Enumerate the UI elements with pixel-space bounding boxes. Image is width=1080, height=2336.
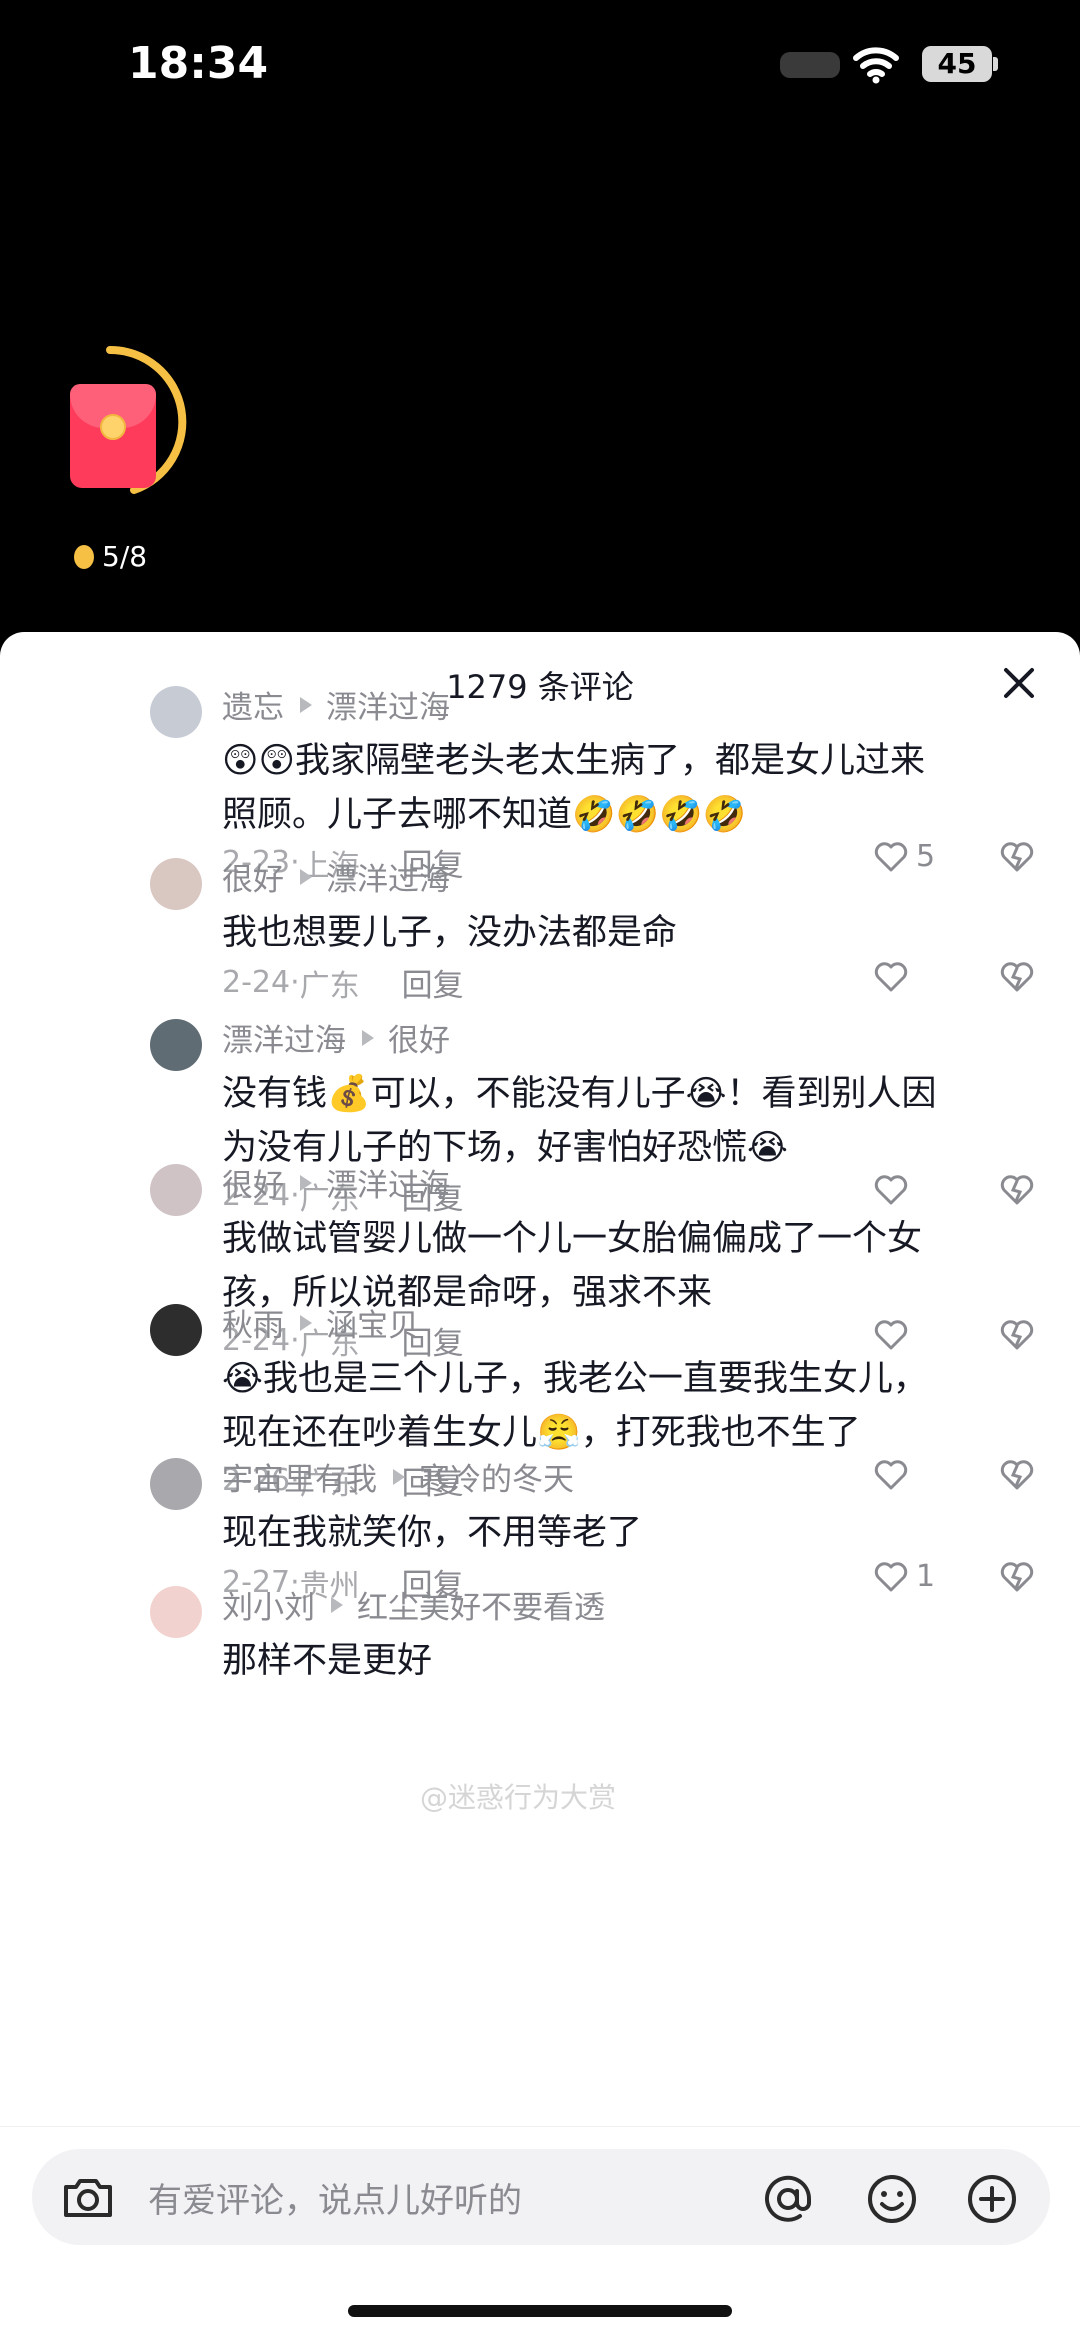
comment-text-line: 我也想要儿子，没办法都是命: [222, 913, 678, 953]
separator: ·: [290, 965, 300, 1000]
emoji-icon[interactable]: [864, 2171, 920, 2227]
reply-arrow-icon: [362, 1029, 374, 1046]
comment-username[interactable]: 秋雨: [222, 1300, 284, 1345]
dislike-heart-icon[interactable]: [998, 1456, 1036, 1492]
comment-input-area: 有爱评论，说点儿好听的: [0, 2126, 1080, 2336]
comment-text-line: 现在我就笑你，不用等老了: [222, 1513, 643, 1553]
cellular-signal-icon: [780, 52, 840, 78]
heart-icon: [874, 1320, 908, 1350]
avatar[interactable]: [150, 858, 202, 910]
comment-username[interactable]: 很好: [222, 1160, 284, 1205]
home-indicator: [348, 2305, 732, 2317]
heart-icon: [874, 1175, 908, 1205]
red-packet-seal: [100, 414, 126, 440]
dislike-heart-icon[interactable]: [998, 1316, 1036, 1352]
comment-footer: 2-24 · 广东 回复: [222, 960, 464, 1005]
heart-icon: [874, 842, 908, 872]
like-button[interactable]: [872, 1171, 916, 1207]
comment-meta: 秋雨 涵宝贝: [222, 1300, 419, 1345]
comment-text-line: 没有钱💰可以，不能没有儿子😭！看到别人因: [222, 1074, 937, 1114]
comment-meta: 遗忘 漂洋过海: [222, 682, 450, 727]
heart-icon: [874, 962, 908, 992]
reply-arrow-icon: [300, 868, 312, 885]
comment-text: 那样不是更好: [222, 1634, 1022, 1688]
heart-icon: [874, 1562, 908, 1592]
comment-reply-to[interactable]: 漂洋过海: [326, 682, 450, 727]
comment-text-line: 😲😲我家隔壁老头老太生病了，都是女儿过来: [222, 741, 925, 781]
like-button[interactable]: 1: [872, 1558, 935, 1594]
comment-username[interactable]: 刘小刘: [222, 1582, 315, 1627]
comment-location: 广东: [299, 968, 360, 1004]
comment-username[interactable]: 漂洋过海: [222, 1015, 346, 1060]
red-packet-count: 5/8: [102, 540, 148, 573]
comment-username[interactable]: 宇宙里有我: [222, 1454, 377, 1499]
status-time: 18:34: [128, 38, 269, 89]
plus-icon[interactable]: [964, 2171, 1020, 2227]
like-count: 5: [916, 838, 936, 874]
like-count: 1: [916, 1558, 936, 1594]
comment-meta: 刘小刘 红尘美好不要看透: [222, 1582, 605, 1627]
at-icon[interactable]: [760, 2171, 816, 2227]
reply-arrow-icon: [300, 696, 312, 713]
like-button[interactable]: [872, 1316, 916, 1352]
avatar[interactable]: [150, 1019, 202, 1071]
like-button[interactable]: [872, 1456, 916, 1492]
comment-input-placeholder: 有爱评论，说点儿好听的: [148, 2181, 522, 2221]
close-icon[interactable]: [996, 660, 1042, 706]
comment-text-line: 我做试管婴儿做一个儿一女胎偏偏成了一个女: [222, 1219, 923, 1259]
comment-reply-to[interactable]: 红尘美好不要看透: [357, 1582, 605, 1627]
comment-reply-to[interactable]: 涵宝贝: [326, 1300, 419, 1345]
comment-reply-to[interactable]: 漂洋过海: [326, 854, 450, 899]
comment-text-line: 照顾。儿子去哪不知道🤣🤣🤣🤣: [222, 795, 747, 835]
comment-text-line: 那样不是更好: [222, 1641, 433, 1681]
comment-reply-to[interactable]: 很好: [388, 1015, 450, 1060]
comment-meta: 宇宙里有我 寒冷的冬天: [222, 1454, 574, 1499]
dislike-heart-icon[interactable]: [998, 1558, 1036, 1594]
comment-text: 我也想要儿子，没办法都是命: [222, 906, 1022, 960]
heart-icon: [874, 1460, 908, 1490]
dislike-heart-icon[interactable]: [998, 838, 1036, 874]
comment-reply-to[interactable]: 漂洋过海: [326, 1160, 450, 1205]
comment-input[interactable]: 有爱评论，说点儿好听的: [32, 2149, 1050, 2245]
comment-username[interactable]: 遗忘: [222, 682, 284, 727]
red-packet-widget[interactable]: [48, 340, 208, 500]
camera-icon[interactable]: [60, 2173, 116, 2221]
battery-level: 45: [922, 46, 992, 82]
like-button[interactable]: [872, 958, 916, 994]
dislike-heart-icon[interactable]: [998, 1171, 1036, 1207]
red-packet-progress: 5/8: [74, 540, 147, 573]
like-button[interactable]: 5: [872, 838, 935, 874]
comment-date: 2-24: [222, 965, 291, 1000]
reply-button[interactable]: 回复: [402, 960, 464, 1005]
reply-arrow-icon: [393, 1468, 405, 1485]
reply-arrow-icon: [300, 1174, 312, 1191]
dislike-heart-icon[interactable]: [998, 958, 1036, 994]
avatar[interactable]: [150, 1304, 202, 1356]
comment-text: 现在我就笑你，不用等老了: [222, 1506, 1022, 1560]
comment-meta: 漂洋过海 很好: [222, 1015, 450, 1060]
comment-text: 😲😲我家隔壁老头老太生病了，都是女儿过来 照顾。儿子去哪不知道🤣🤣🤣🤣: [222, 734, 1022, 842]
coin-icon: [74, 544, 94, 569]
avatar[interactable]: [150, 1586, 202, 1638]
comment-text: 😭我也是三个儿子，我老公一直要我生女儿， 现在还在吵着生女儿😤，打死我也不生了: [222, 1352, 1022, 1460]
reply-arrow-icon: [300, 1314, 312, 1331]
avatar[interactable]: [150, 1164, 202, 1216]
comment-text-line: 现在还在吵着生女儿😤，打死我也不生了: [222, 1413, 861, 1453]
comment-username[interactable]: 很好: [222, 854, 284, 899]
comment-text-line: 😭我也是三个儿子，我老公一直要我生女儿，: [222, 1359, 928, 1399]
comment-reply-to[interactable]: 寒冷的冬天: [419, 1454, 574, 1499]
avatar[interactable]: [150, 1458, 202, 1510]
status-bar: 18:34 45: [0, 0, 1080, 130]
comment-text: 没有钱💰可以，不能没有儿子😭！看到别人因 为没有儿子的下场，好害怕好恐慌😭: [222, 1067, 1022, 1175]
wifi-icon: [853, 47, 899, 84]
reply-arrow-icon: [331, 1596, 343, 1613]
avatar[interactable]: [150, 686, 202, 738]
watermark: @迷惑行为大赏: [420, 1781, 617, 1814]
comment-meta: 很好 漂洋过海: [222, 854, 450, 899]
comment-meta: 很好 漂洋过海: [222, 1160, 450, 1205]
battery-cap: [993, 57, 998, 71]
comment-sheet: 1279 条评论 遗忘 漂洋过海 😲😲我家隔壁老头老太生病了，都是女儿过来 照顾。儿子…: [0, 632, 1080, 2336]
